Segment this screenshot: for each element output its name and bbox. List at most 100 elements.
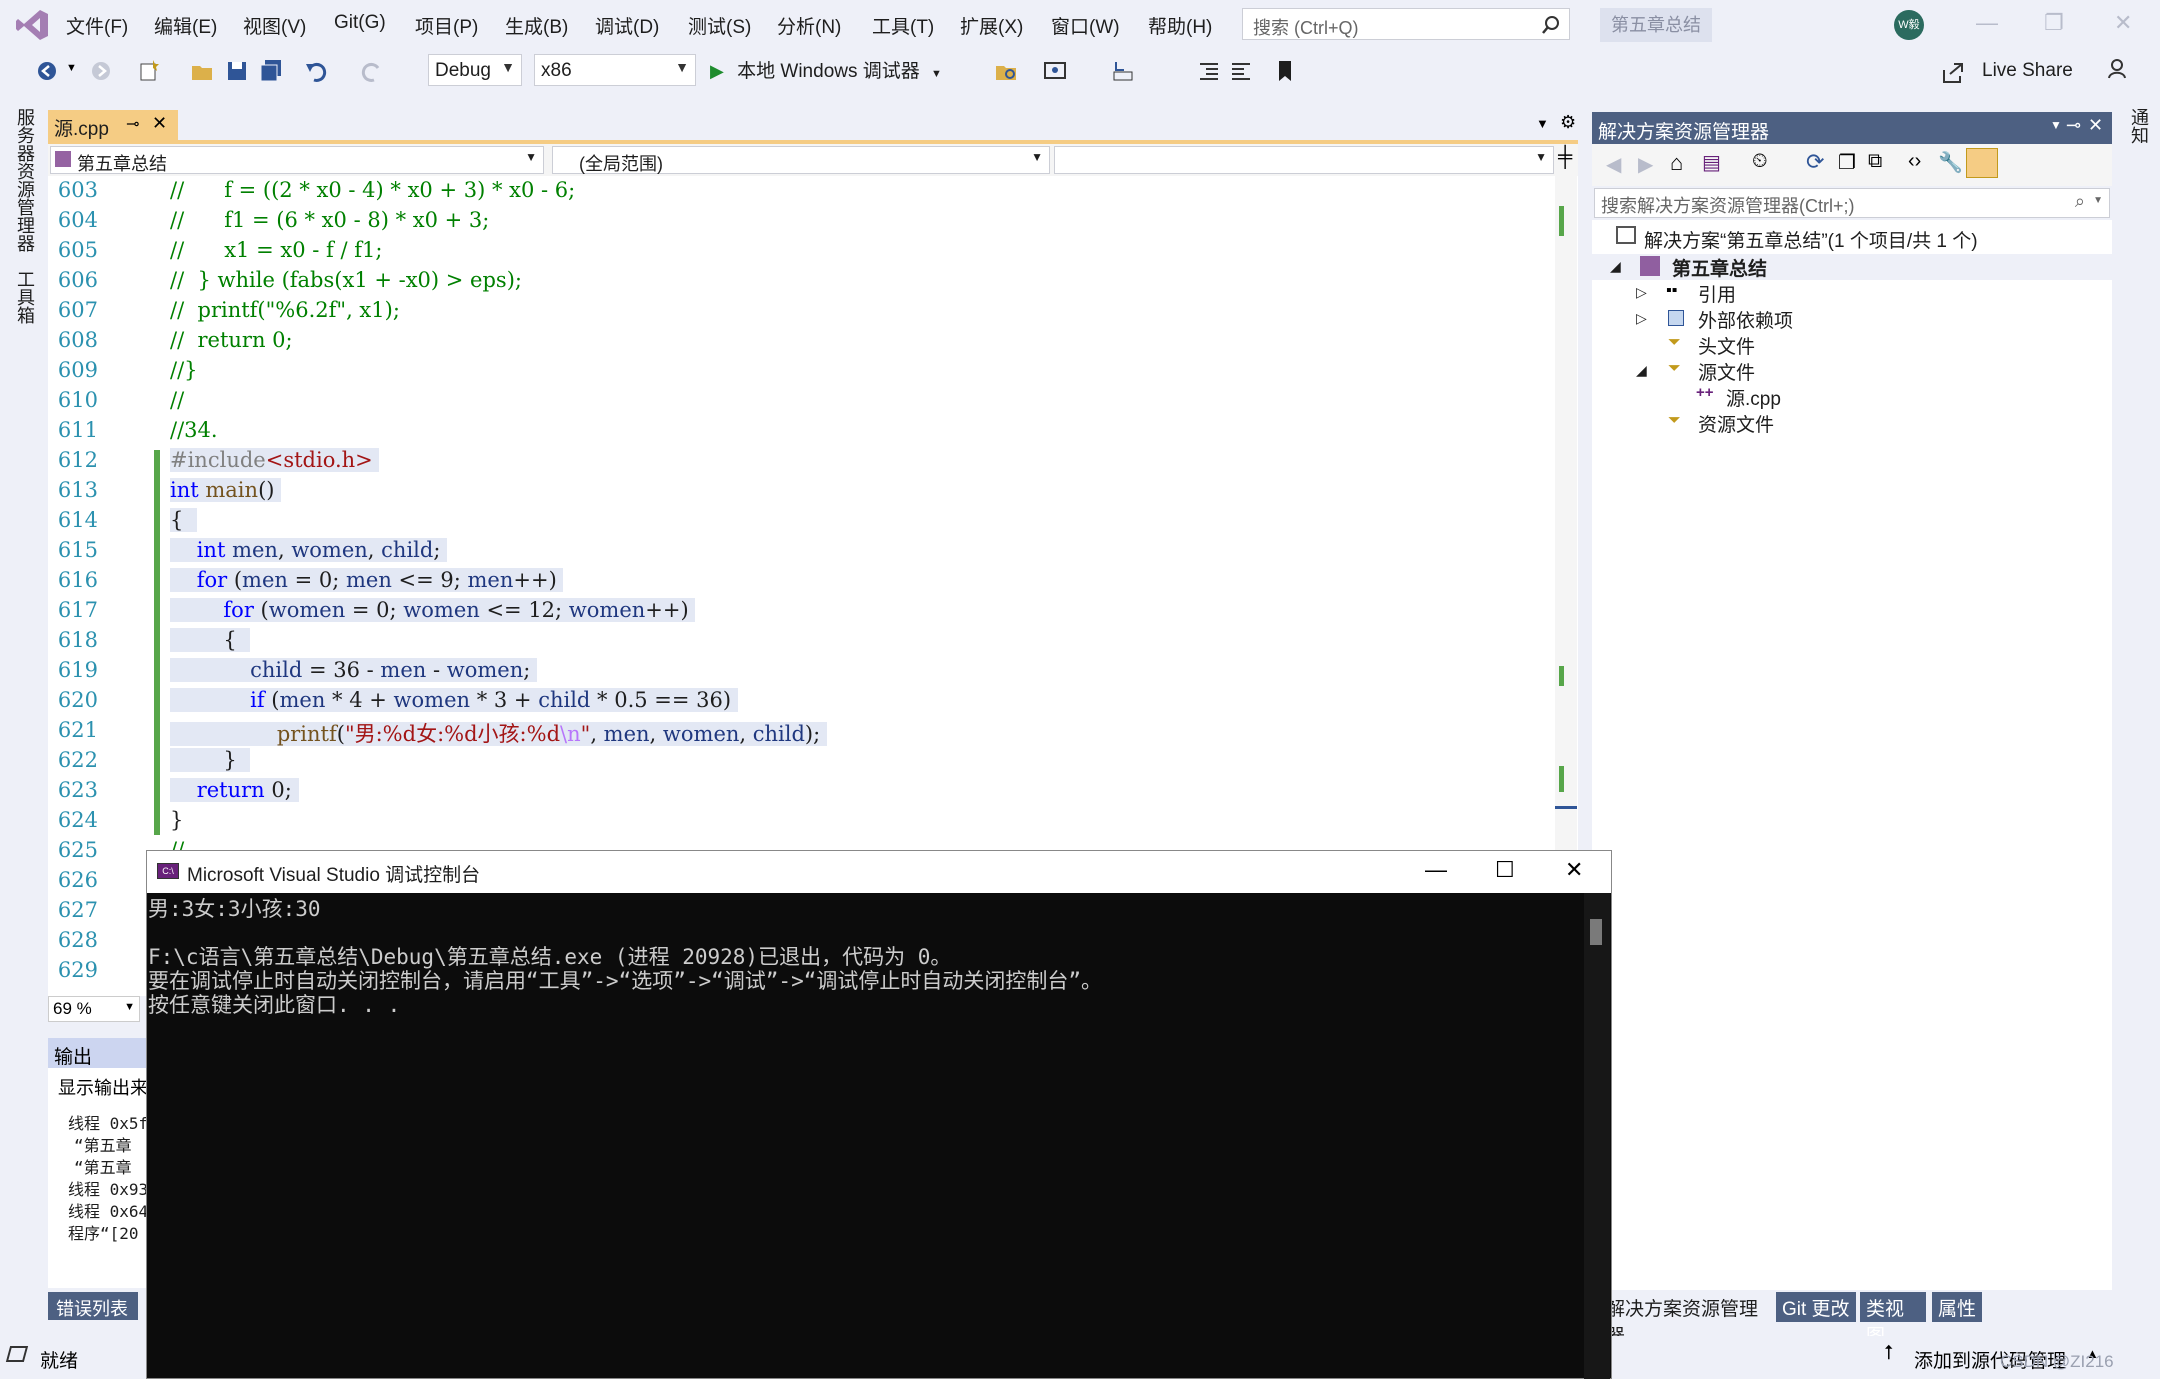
indent-icon[interactable] [1196, 58, 1222, 84]
chevron-down-icon[interactable]: ▼ [2093, 195, 2103, 206]
restore-icon[interactable]: ❐ [2044, 10, 2064, 36]
close-icon[interactable]: ✕ [1565, 857, 1583, 883]
forward-icon[interactable]: ▶ [1638, 152, 1653, 177]
tree-solution-node[interactable]: 解决方案“第五章总结”(1 个项目/共 1 个) [1644, 226, 1978, 253]
notifications-tab[interactable]: 通知 [2126, 108, 2152, 144]
chevron-down-icon[interactable]: ▼ [1536, 116, 1549, 131]
menu-git[interactable]: Git(G) [334, 12, 386, 34]
tab-source-cpp[interactable]: 源.cpp ⊸ ✕ [48, 110, 178, 140]
tab-properties[interactable]: 属性 [1932, 1292, 1982, 1322]
platform-dropdown[interactable]: x86 ▼ [534, 54, 696, 86]
menu-tools[interactable]: 工具(T) [872, 12, 934, 39]
expanded-arrow-icon[interactable]: ◢ [1636, 362, 1647, 379]
home-icon[interactable]: ⌂ [1670, 150, 1683, 176]
tree-node-source-cpp[interactable]: 源.cpp [1726, 384, 1781, 411]
back-icon[interactable] [34, 58, 60, 84]
debug-console-window[interactable] [146, 850, 1612, 1379]
chevron-down-icon[interactable]: ▼ [2050, 118, 2062, 132]
minimize-icon[interactable]: — [1425, 857, 1447, 883]
find-in-files-icon[interactable] [994, 58, 1020, 84]
play-icon: ▶ [710, 61, 724, 81]
screenshot-icon[interactable] [1042, 58, 1068, 84]
save-all-icon[interactable] [258, 58, 284, 84]
tree-node-source-files[interactable]: 源文件 [1698, 358, 1755, 385]
tab-solution-explorer[interactable]: 解决方案资源管理器 [1600, 1292, 1764, 1347]
close-icon[interactable]: ✕ [2114, 10, 2132, 36]
collapsed-arrow-icon[interactable]: ▷ [1636, 284, 1647, 301]
chevron-down-icon: ▼ [1031, 150, 1043, 164]
undo-icon[interactable] [304, 58, 330, 84]
line-number: 628 [57, 928, 98, 952]
tree-node-resource-files[interactable]: 资源文件 [1698, 410, 1774, 437]
code-line: child = 36 - men - women; [170, 658, 537, 682]
sync-icon[interactable]: ⟳ [1806, 149, 1824, 175]
redo-icon[interactable] [358, 58, 384, 84]
search-input[interactable]: 搜索 (Ctrl+Q) [1242, 8, 1570, 40]
minimize-icon[interactable]: — [1976, 10, 1998, 36]
menu-build[interactable]: 生成(B) [505, 12, 568, 39]
back-icon[interactable]: ◀ [1606, 152, 1621, 177]
pin-icon[interactable]: ⊸ [126, 114, 139, 134]
avatar[interactable]: W毅 [1894, 10, 1924, 40]
collapse-all-icon[interactable]: ❐ [1838, 150, 1856, 175]
tree-node-external-deps[interactable]: 外部依赖项 [1698, 306, 1793, 333]
line-number: 613 [57, 478, 98, 502]
bookmark-icon[interactable] [1272, 58, 1298, 84]
maximize-icon[interactable]: ☐ [1495, 857, 1515, 883]
solution-explorer-search-input[interactable]: 搜索解决方案资源管理器(Ctrl+;) ⌕ ▼ [1594, 188, 2110, 218]
toolbox-tab[interactable]: 工具箱 [12, 270, 38, 324]
menu-analyze[interactable]: 分析(N) [777, 12, 841, 39]
gear-icon[interactable]: ⚙ [1560, 112, 1576, 133]
preview-icon[interactable] [1966, 148, 1998, 178]
feedback-icon[interactable] [2106, 56, 2132, 82]
chevron-down-icon: ▼ [501, 59, 515, 75]
menu-window[interactable]: 窗口(W) [1051, 12, 1120, 39]
global-scope-dropdown[interactable]: (全局范围) ▼ [552, 146, 1050, 174]
open-folder-icon[interactable] [190, 58, 216, 84]
output-panel-header[interactable]: 输出 [48, 1038, 148, 1068]
error-list-tab[interactable]: 错误列表 [48, 1292, 138, 1320]
upload-icon: ⭡ [1884, 1342, 1894, 1364]
new-item-icon[interactable] [136, 58, 162, 84]
console-scrollbar[interactable] [1584, 893, 1610, 1379]
live-share-button[interactable]: Live Share [1982, 60, 2073, 82]
menu-edit[interactable]: 编辑(E) [154, 12, 217, 39]
split-icon[interactable]: ╪ [1558, 146, 1572, 169]
pending-changes-icon[interactable]: ⏲ [1752, 150, 1768, 173]
forward-icon[interactable] [88, 58, 114, 84]
close-tab-icon[interactable]: ✕ [152, 113, 167, 134]
collapsed-arrow-icon[interactable]: ▷ [1636, 310, 1647, 327]
tab-class-view[interactable]: 类视图 [1860, 1292, 1926, 1347]
line-number: 612 [57, 448, 98, 472]
tab-git-changes[interactable]: Git 更改 [1776, 1292, 1856, 1322]
menu-file[interactable]: 文件(F) [66, 12, 128, 39]
switch-views-icon[interactable]: ▤ [1702, 150, 1721, 175]
menu-help[interactable]: 帮助(H) [1148, 12, 1212, 39]
step-icon[interactable] [1110, 58, 1136, 84]
chevron-down-icon[interactable]: ▼ [66, 62, 77, 74]
member-dropdown[interactable]: ▼ [1054, 146, 1554, 174]
tree-node-header-files[interactable]: 头文件 [1698, 332, 1755, 359]
menu-view[interactable]: 视图(V) [243, 12, 306, 39]
menu-debug[interactable]: 调试(D) [595, 12, 659, 39]
save-icon[interactable] [224, 58, 250, 84]
menu-project[interactable]: 项目(P) [415, 12, 478, 39]
code-line: if (men * 4 + women * 3 + child * 0.5 ==… [170, 688, 738, 712]
tree-node-references[interactable]: 引用 [1698, 280, 1736, 307]
code-view-icon[interactable]: ‹› [1908, 150, 1921, 173]
show-all-files-icon[interactable]: ⧉ [1868, 150, 1882, 173]
properties-icon[interactable]: 🔧 [1938, 150, 1963, 175]
configuration-dropdown[interactable]: Debug ▼ [428, 54, 522, 86]
start-debugging-button[interactable]: ▶ 本地 Windows 调试器 ▼ [710, 56, 942, 86]
server-explorer-tab[interactable]: 服务器资源管理器 [12, 108, 38, 252]
menu-test[interactable]: 测试(S) [688, 12, 751, 39]
solution-name-badge: 第五章总结 [1600, 8, 1712, 42]
menu-extensions[interactable]: 扩展(X) [960, 12, 1023, 39]
tree-project-node[interactable]: 第五章总结 [1672, 254, 1767, 281]
project-scope-dropdown[interactable]: 第五章总结 ▼ [50, 146, 544, 174]
pin-icon[interactable]: ⊸ [2066, 115, 2081, 136]
close-icon[interactable]: ✕ [2088, 115, 2103, 136]
outdent-icon[interactable] [1228, 58, 1254, 84]
expanded-arrow-icon[interactable]: ◢ [1610, 258, 1621, 275]
zoom-dropdown[interactable]: 69 % ▼ [48, 996, 140, 1022]
